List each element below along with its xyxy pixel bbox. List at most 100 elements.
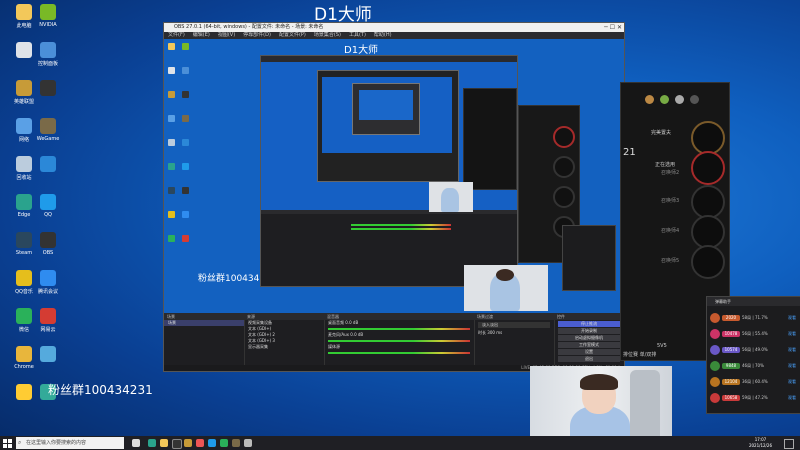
champ-slot-3[interactable] <box>691 185 725 219</box>
desktop-icon[interactable]: NVIDIA <box>28 4 68 38</box>
desktop-icons: 此电脑 NVIDIA 控制面板 英雄联盟 网络 WeGame 回收站 Edge QQ Steam O… <box>0 0 59 430</box>
settings-button[interactable]: 设置 <box>558 349 620 355</box>
player-stats: 46局 | 70% <box>742 363 764 368</box>
obs-menu-item[interactable]: 视图(V) <box>218 32 235 39</box>
windows-start-icon[interactable] <box>3 439 12 448</box>
sources-dock: 来源 视频采集设备 文本 (GDI+) 文本 (GDI+) 2 文本 (GDI+… <box>244 313 325 371</box>
app-icon <box>40 194 56 210</box>
scenes-header: 场景 <box>164 313 244 320</box>
preview-icon <box>168 67 175 74</box>
player-stats: 36局 | 60.4% <box>742 379 768 384</box>
mixer-channel-label: 麦克风/Aux 0.0 dB <box>328 332 364 337</box>
app-icon <box>40 118 56 134</box>
avatar <box>710 345 720 355</box>
desktop-icon[interactable]: QQ <box>28 194 68 228</box>
obs-menu-item[interactable]: 场景集合(S) <box>314 32 341 39</box>
watch-link[interactable]: 观看 <box>788 315 796 321</box>
obs-menu-item[interactable]: 编辑(E) <box>193 32 210 39</box>
player-label: 完美置夫 <box>651 130 672 136</box>
start-recording-button[interactable]: 开始录制 <box>558 328 620 334</box>
wechat-taskbar-icon[interactable] <box>220 439 228 447</box>
taskbar-search[interactable]: 在这里输入你要搜索的内容 <box>16 437 124 449</box>
avatar <box>710 377 720 387</box>
stop-stream-button[interactable]: 停止推流 <box>558 321 620 327</box>
obs-menu-item[interactable]: 文件(F) <box>168 32 185 39</box>
preview-chat-panel <box>562 225 616 291</box>
champ-slot-5[interactable] <box>691 245 725 279</box>
game-top-icons <box>645 95 699 104</box>
champ-slot-1[interactable] <box>691 121 725 155</box>
avatar <box>710 313 720 323</box>
nested-preview-3 <box>322 77 452 153</box>
rank-badge: 10658 <box>722 395 740 401</box>
file-explorer-icon[interactable] <box>160 439 168 447</box>
watch-link[interactable]: 观看 <box>788 395 796 401</box>
nested-preview <box>261 62 517 212</box>
mixer-channel-label: 桌面音频 0.0 dB <box>328 320 359 325</box>
champ-slot-2[interactable] <box>691 151 725 185</box>
chat-panel[interactable]: 弹幕助手 2020 58局 | 71.7% 观看 10478 56局 | 55.4% 观看… <box>706 296 800 414</box>
transition-duration[interactable]: 时长 300 ms <box>474 330 554 336</box>
app-icon <box>40 346 56 362</box>
mixer-channel-label: 媒体源 <box>328 344 340 349</box>
obs-menu-item[interactable]: 停靠部件(D) <box>243 32 271 39</box>
obs-menu-item[interactable]: 工具(T) <box>349 32 366 39</box>
window-controls[interactable]: ─ ☐ ✕ <box>604 23 622 32</box>
watch-link[interactable]: 观看 <box>788 347 796 353</box>
obs-docks: 场景 场景 来源 视频采集设备 文本 (GDI+) 文本 (GDI+) 2 文本… <box>164 313 624 371</box>
taskbar-clock[interactable]: 17:07 2021/12/26 <box>749 437 772 449</box>
notification-icon[interactable] <box>784 439 794 449</box>
desktop-icon[interactable]: 腾讯会议 <box>28 270 68 304</box>
desktop-icon[interactable] <box>28 156 68 190</box>
desktop-icon[interactable]: OBS <box>28 232 68 266</box>
qq-taskbar-icon[interactable] <box>208 439 216 447</box>
watch-link[interactable]: 观看 <box>788 331 796 337</box>
obs-preview[interactable]: D1大师 粉丝群100434231 <box>164 39 624 313</box>
obs-title-bar: OBS 27.0.1 (64-bit, windows) - 配置文件: 未命名… <box>164 23 624 32</box>
desktop-icon[interactable]: 控制面板 <box>28 42 68 76</box>
desktop-icon-label: OBS <box>42 250 54 256</box>
game-left-number: 21 <box>623 147 636 158</box>
desktop-icon[interactable]: 网易云 <box>28 308 68 342</box>
champ-slot-4[interactable] <box>691 215 725 249</box>
nested-webcam <box>429 182 473 212</box>
app-taskbar-icon-2[interactable] <box>244 439 252 447</box>
obs-taskbar-icon[interactable] <box>172 439 182 449</box>
desktop-icon[interactable] <box>28 346 68 380</box>
rank-badge: 2020 <box>722 315 740 321</box>
preview-icon <box>182 211 189 218</box>
clock-date: 2021/12/26 <box>748 443 772 448</box>
virtual-camera-button[interactable]: 启动虚拟摄像机 <box>558 335 620 341</box>
wegame-taskbar-icon[interactable] <box>232 439 240 447</box>
mixer-meter <box>328 328 470 330</box>
obs-menu-item[interactable]: 配置文件(P) <box>279 32 306 39</box>
watch-link[interactable]: 观看 <box>788 363 796 369</box>
app-icon <box>40 42 56 58</box>
app-taskbar-icon[interactable] <box>196 439 204 447</box>
lol-taskbar-icon[interactable] <box>184 439 192 447</box>
desktop-icon-label: 腾讯会议 <box>37 289 58 295</box>
player-label: 召唤师2 <box>661 170 680 176</box>
preview-webcam <box>464 265 548 311</box>
chat-row: 10658 59局 | 47.2% 观看 <box>710 391 798 405</box>
task-view-icon[interactable] <box>132 439 140 447</box>
desktop-icon[interactable]: WeGame <box>28 118 68 152</box>
watch-link[interactable]: 观看 <box>788 379 796 385</box>
game-rank-text: 排位赛 单/双排 <box>623 352 657 358</box>
transition-select[interactable]: 淡入淡出 <box>478 322 550 328</box>
exit-button[interactable]: 退出 <box>558 356 620 362</box>
source-item[interactable]: 显示器采集 <box>244 344 324 350</box>
nested-game-client <box>463 88 517 190</box>
nested-obs-window <box>260 55 518 287</box>
scene-item[interactable]: 场景 <box>164 320 244 326</box>
desktop-icon[interactable] <box>28 80 68 114</box>
rank-badge: 10478 <box>722 331 740 337</box>
desktop-icon-label: NVIDIA <box>39 22 57 28</box>
obs-window[interactable]: OBS 27.0.1 (64-bit, windows) - 配置文件: 未命名… <box>163 22 625 372</box>
edge-icon[interactable] <box>148 439 156 447</box>
preview-icon <box>168 115 175 122</box>
obs-menu-item[interactable]: 帮助(H) <box>374 32 392 39</box>
rank-badge: 12104 <box>722 379 740 385</box>
studio-mode-button[interactable]: 工作室模式 <box>558 342 620 348</box>
avatar <box>710 329 720 339</box>
